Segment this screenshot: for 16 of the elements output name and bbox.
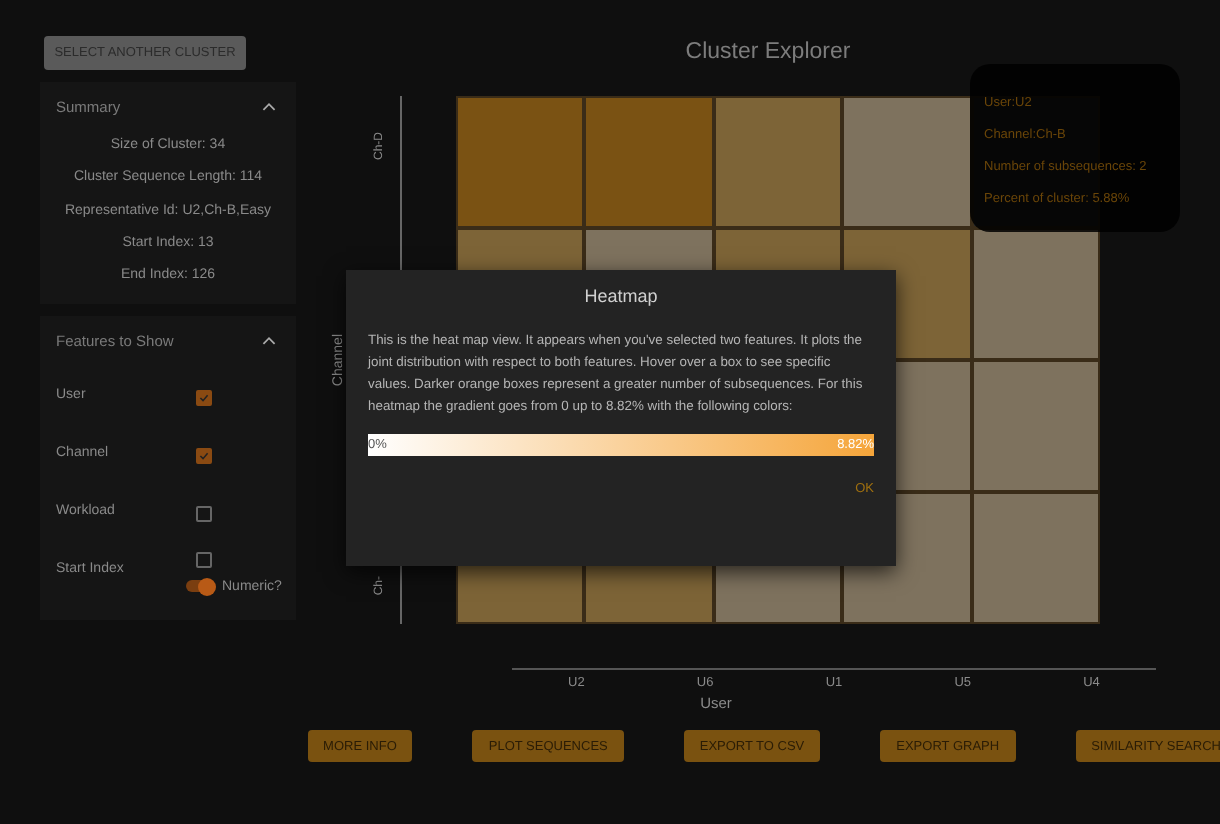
heatmap-cell[interactable] — [971, 228, 1101, 360]
heatmap-cell[interactable] — [971, 360, 1101, 492]
heatmap-cell[interactable] — [842, 96, 972, 228]
chevron-icon[interactable] — [262, 101, 276, 111]
checkbox[interactable] — [196, 448, 212, 465]
checkbox[interactable] — [196, 506, 212, 523]
dialog-title: Heatmap — [582, 286, 660, 306]
heatmap-cell[interactable] — [971, 492, 1101, 624]
toggle-switch[interactable] — [186, 580, 212, 593]
heatmap-cell[interactable] — [456, 96, 585, 228]
heatmap-cell[interactable] — [713, 96, 843, 228]
checkbox[interactable] — [196, 551, 212, 568]
checkbox[interactable] — [196, 390, 212, 407]
heatmap-cell[interactable] — [584, 96, 714, 228]
page-title: Cluster Explorer — [685, 40, 851, 68]
chevron-icon[interactable] — [262, 335, 276, 346]
